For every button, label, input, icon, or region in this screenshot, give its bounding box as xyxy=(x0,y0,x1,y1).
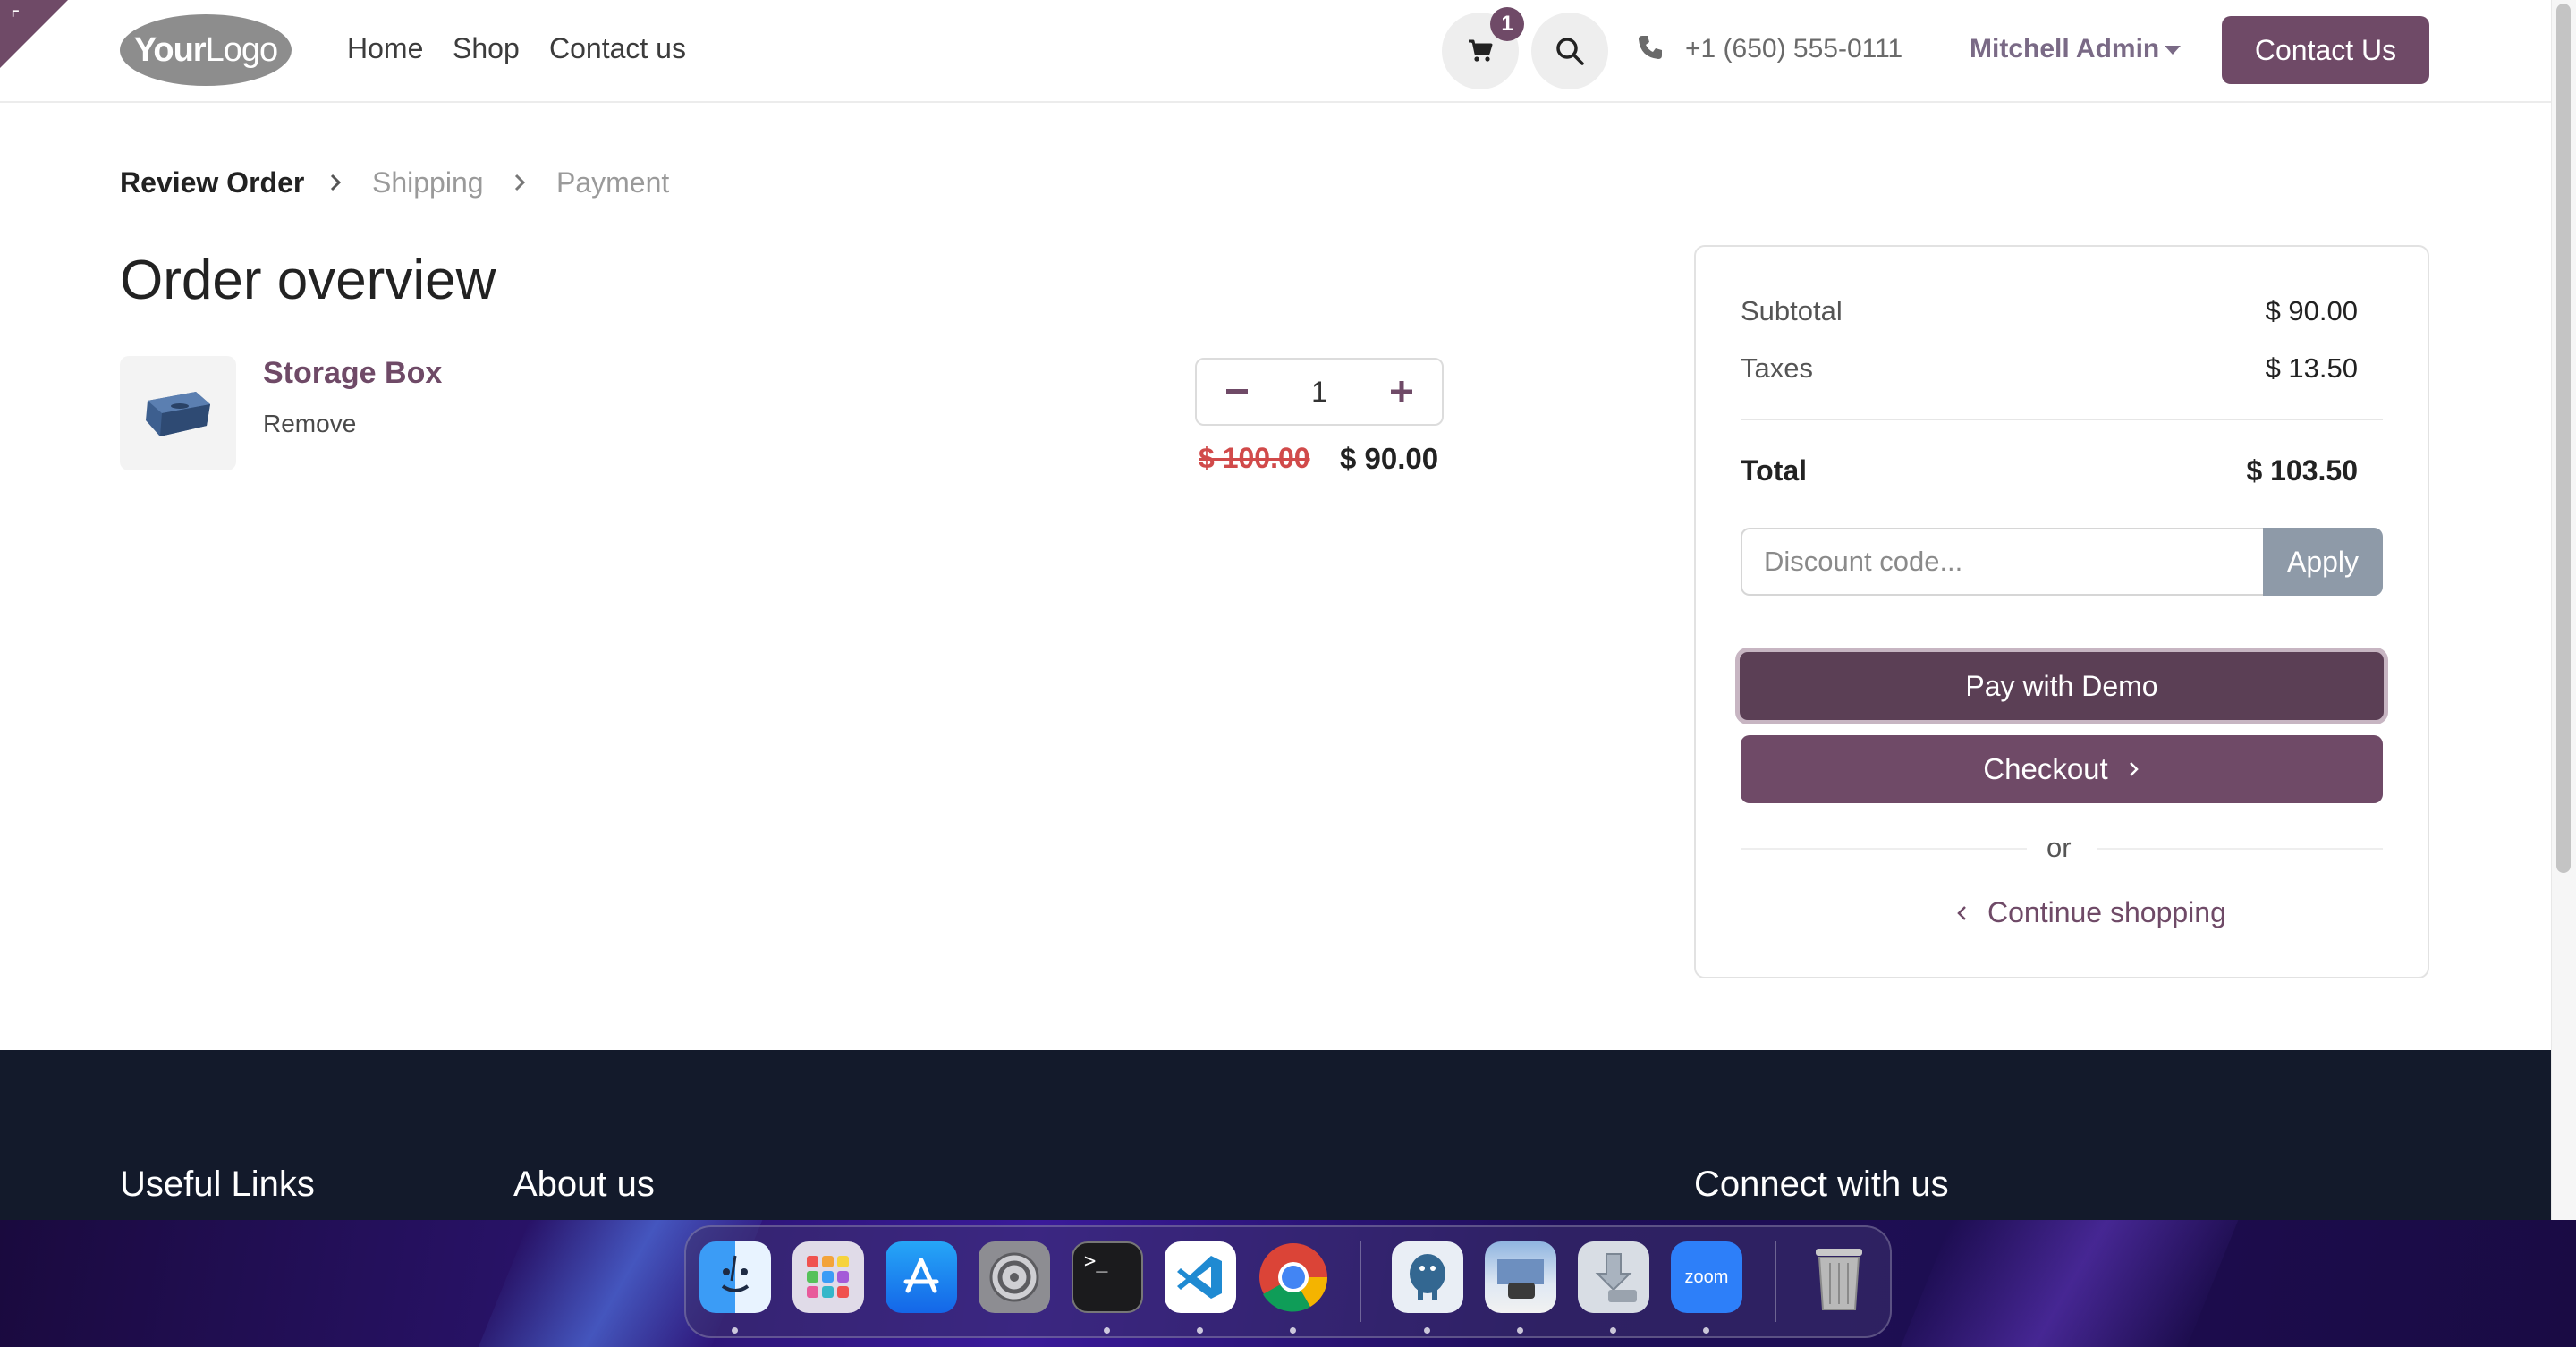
running-indicator xyxy=(732,1327,738,1334)
subtotal-value: $ 90.00 xyxy=(2265,295,2358,326)
search-button[interactable] xyxy=(1531,13,1608,89)
running-indicator xyxy=(1197,1327,1203,1334)
chrome-icon[interactable] xyxy=(1258,1241,1329,1313)
product-thumbnail[interactable] xyxy=(120,356,236,470)
or-divider-left xyxy=(1741,848,2027,850)
preview-icon[interactable] xyxy=(1485,1241,1556,1313)
site-footer xyxy=(0,1050,2551,1220)
or-label: or xyxy=(2046,832,2072,863)
taxes-label: Taxes xyxy=(1741,352,1813,384)
logo-text-light: Logo xyxy=(205,30,279,69)
chevron-left-icon xyxy=(1957,905,1966,920)
running-indicator xyxy=(1104,1327,1110,1334)
quantity-input[interactable]: 1 xyxy=(1277,360,1361,424)
discounted-price: $ 90.00 xyxy=(1340,442,1439,475)
user-menu[interactable]: Mitchell Admin xyxy=(1970,34,2159,64)
total-value: $ 103.50 xyxy=(2246,454,2358,487)
chevron-down-icon[interactable] xyxy=(2165,46,2181,55)
page-title: Order overview xyxy=(120,250,496,311)
discount-code-input[interactable] xyxy=(1741,528,2265,596)
decrease-quantity-button[interactable] xyxy=(1197,360,1277,424)
running-indicator xyxy=(1517,1327,1523,1334)
quantity-stepper: 1 xyxy=(1195,358,1444,426)
apply-discount-button[interactable]: Apply xyxy=(2263,528,2383,596)
search-icon xyxy=(1556,38,1584,65)
contact-us-button[interactable]: Contact Us xyxy=(2222,16,2429,84)
taxes-value: $ 13.50 xyxy=(2265,352,2358,384)
remove-link[interactable]: Remove xyxy=(263,410,356,438)
summary-divider xyxy=(1741,419,2383,420)
launchpad-icon[interactable] xyxy=(792,1241,864,1313)
increase-quantity-button[interactable] xyxy=(1361,360,1442,424)
running-indicator xyxy=(1703,1327,1709,1334)
minus-icon xyxy=(1226,389,1248,394)
continue-shopping-label: Continue shopping xyxy=(1987,896,2226,928)
chevron-right-icon xyxy=(514,174,526,191)
trash-icon[interactable] xyxy=(1803,1241,1875,1313)
dock-separator xyxy=(1360,1241,1361,1322)
total-label: Total xyxy=(1741,454,1808,487)
vscode-icon[interactable] xyxy=(1165,1241,1236,1313)
zoom-label: zoom xyxy=(1684,1267,1729,1287)
footer-heading-about-us: About us xyxy=(513,1165,655,1204)
product-name[interactable]: Storage Box xyxy=(263,356,442,391)
zoom-icon[interactable]: zoom xyxy=(1671,1241,1742,1313)
phone-number[interactable]: +1 (650) 555-0111 xyxy=(1685,34,1902,64)
site-logo[interactable]: Your Logo xyxy=(120,14,292,86)
running-indicator xyxy=(1290,1327,1296,1334)
scrollbar-thumb[interactable] xyxy=(2556,4,2571,873)
phone-icon xyxy=(1639,36,1662,59)
checkout-label: Checkout xyxy=(1983,752,2108,785)
dock-separator xyxy=(1775,1241,1776,1322)
cart-icon xyxy=(1469,39,1493,62)
running-indicator xyxy=(1424,1327,1430,1334)
chevron-right-icon xyxy=(330,174,342,191)
subtotal-label: Subtotal xyxy=(1741,295,1843,326)
pay-with-demo-button[interactable]: Pay with Demo xyxy=(1735,648,2388,724)
chevron-right-icon xyxy=(2129,762,2139,776)
corner-arrow-icon: ⌜ xyxy=(11,7,21,30)
running-indicator xyxy=(1610,1327,1616,1334)
footer-heading-connect: Connect with us xyxy=(1694,1165,1949,1204)
wallpaper-streak xyxy=(1894,1220,2239,1347)
plus-icon xyxy=(1391,381,1412,402)
finder-icon[interactable] xyxy=(699,1241,771,1313)
original-price: $ 100.00 xyxy=(1199,442,1310,474)
nav-home[interactable]: Home xyxy=(347,32,423,65)
storage-box-image xyxy=(146,392,210,436)
system-settings-icon[interactable] xyxy=(979,1241,1050,1313)
app-store-icon[interactable] xyxy=(886,1241,957,1313)
logo-text-bold: Your xyxy=(133,30,207,69)
web-page: Your Logo Home Shop Contact us 1 +1 (650)… xyxy=(0,0,2551,1220)
nav-shop[interactable]: Shop xyxy=(453,32,520,65)
continue-shopping-link[interactable]: Continue shopping xyxy=(1955,896,2226,929)
or-divider-right xyxy=(2097,848,2383,850)
nav-contact[interactable]: Contact us xyxy=(549,32,686,65)
postgres-icon[interactable] xyxy=(1392,1241,1463,1313)
step-shipping: Shipping xyxy=(372,166,484,199)
footer-heading-useful-links: Useful Links xyxy=(120,1165,315,1204)
terminal-icon[interactable]: >_ xyxy=(1072,1241,1143,1313)
step-review-order: Review Order xyxy=(120,166,305,199)
downloads-icon[interactable] xyxy=(1578,1241,1649,1313)
cart-count-badge: 1 xyxy=(1490,7,1524,41)
checkout-button[interactable]: Checkout xyxy=(1741,735,2383,803)
step-payment: Payment xyxy=(556,166,670,199)
